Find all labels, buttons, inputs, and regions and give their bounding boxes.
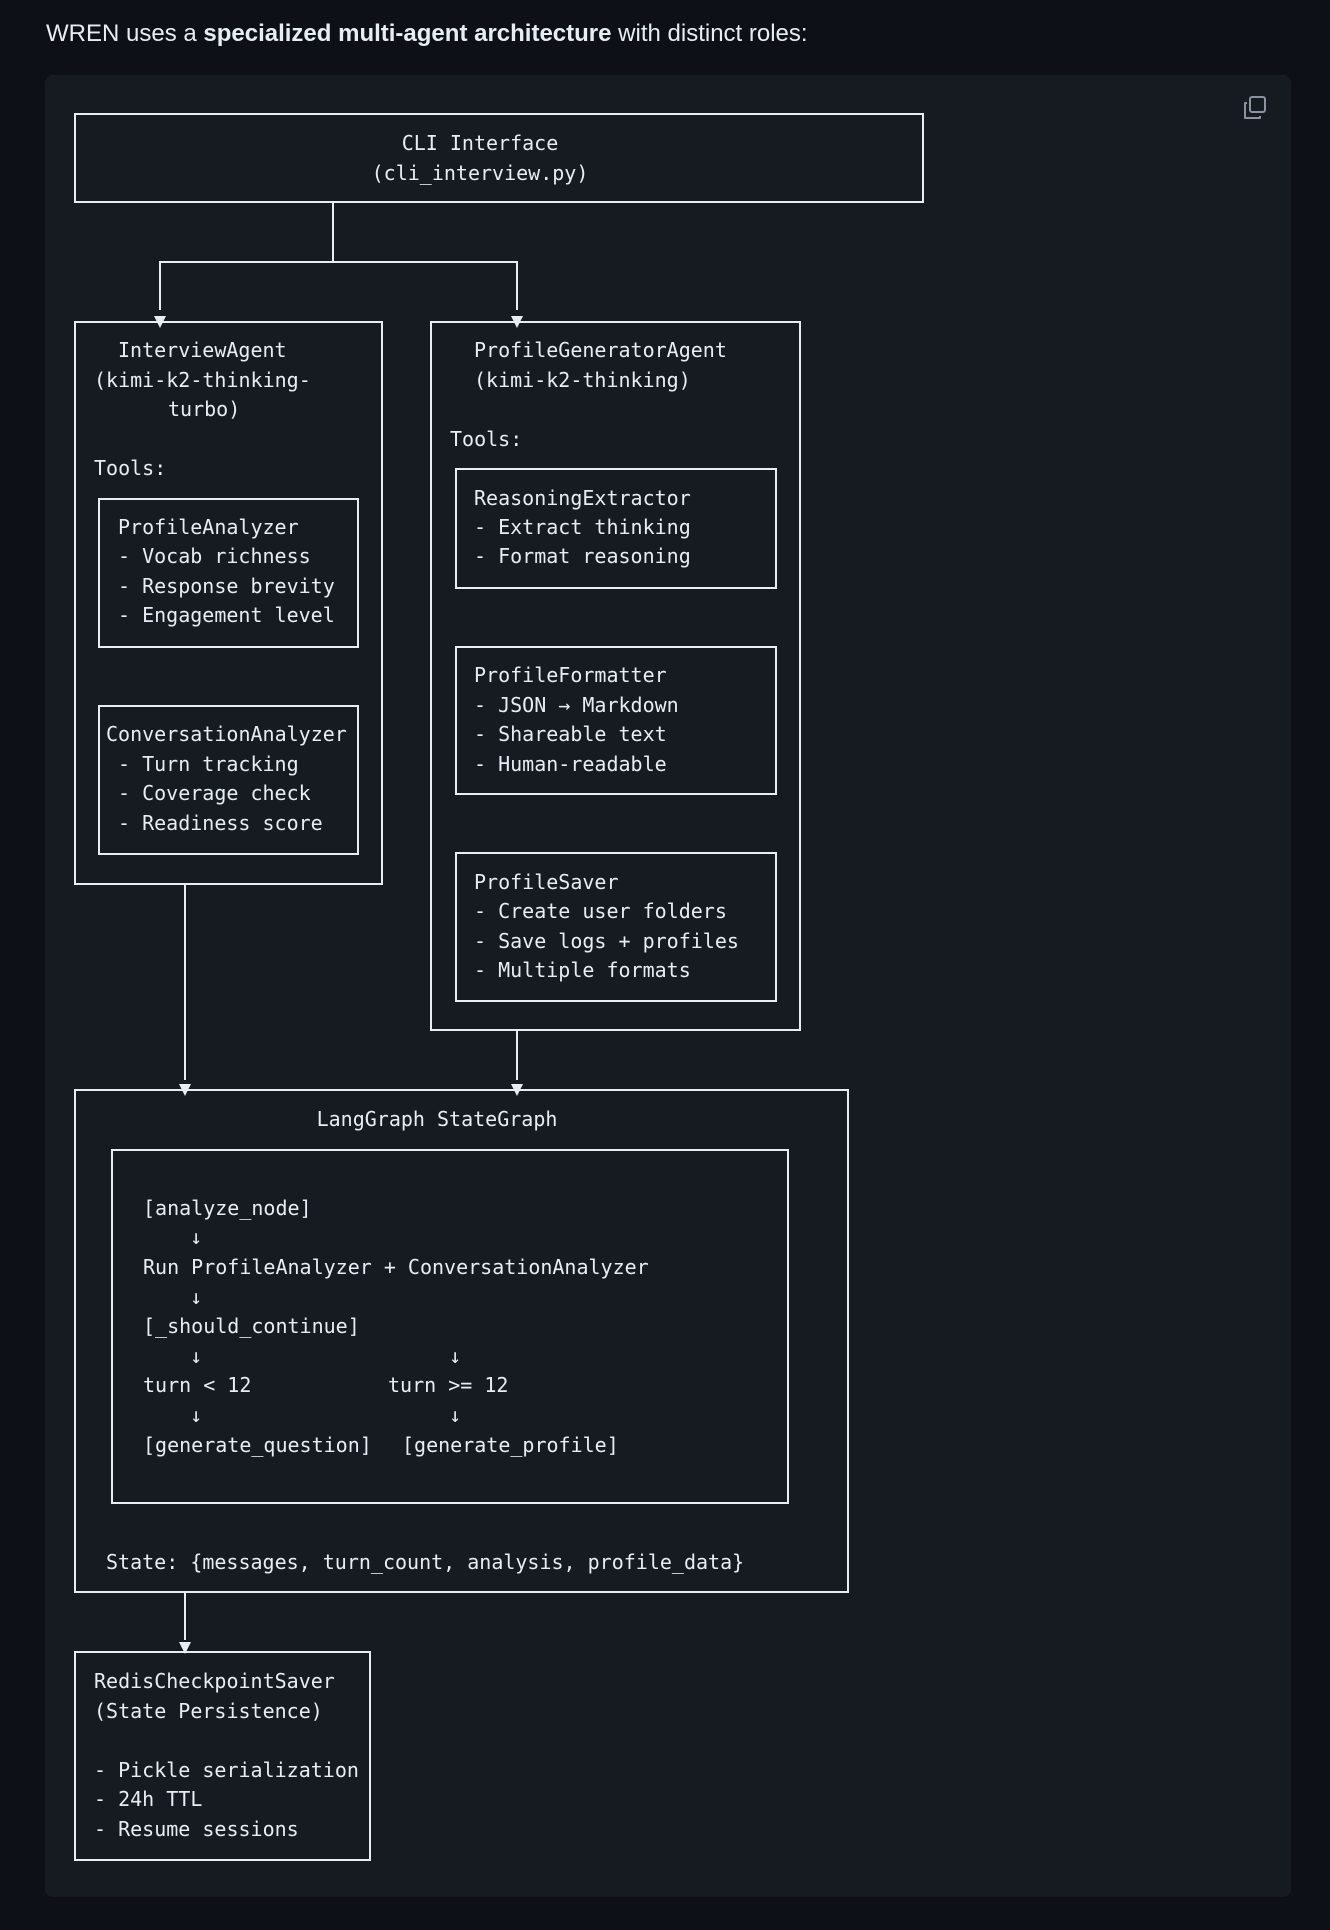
profile-analyzer-item: - Engagement level [118, 603, 335, 627]
profile-generator-agent-box: ProfileGeneratorAgent (kimi-k2-thinking)… [430, 321, 801, 1031]
interview-agent-title: InterviewAgent [118, 338, 287, 362]
profile-saver-title: ProfileSaver [474, 870, 619, 894]
turn-ge-condition: turn >= 12 [388, 1373, 508, 1397]
run-analyzers-label: Run ProfileAnalyzer + ConversationAnalyz… [143, 1255, 649, 1279]
profile-analyzer-item: - Vocab richness [118, 544, 311, 568]
profile-generator-title: ProfileGeneratorAgent [474, 338, 727, 362]
profile-saver-item: - Create user folders [474, 899, 727, 923]
conversation-analyzer-box: ConversationAnalyzer - Turn tracking - C… [98, 705, 359, 855]
profile-analyzer-box: ProfileAnalyzer - Vocab richness - Respo… [98, 498, 359, 648]
profile-analyzer-title: ProfileAnalyzer [118, 515, 299, 539]
profile-formatter-item: - Shareable text [474, 722, 667, 746]
langgraph-inner-box: [analyze_node] ↓ Run ProfileAnalyzer + C… [111, 1149, 789, 1504]
flow-arrow: ↓ [190, 1403, 202, 1427]
interview-agent-box: InterviewAgent (kimi-k2-thinking- turbo)… [74, 321, 383, 885]
reasoning-extractor-title: ReasoningExtractor [474, 486, 691, 510]
redis-item: - 24h TTL [94, 1787, 202, 1811]
profile-formatter-item: - Human-readable [474, 752, 667, 776]
langgraph-title: LangGraph StateGraph [317, 1107, 558, 1131]
langgraph-connector [179, 1592, 191, 1654]
redis-title: RedisCheckpointSaver [94, 1669, 335, 1693]
interview-agent-model-1: (kimi-k2-thinking- [94, 368, 311, 392]
agents-connector [179, 884, 523, 1096]
profile-formatter-box: ProfileFormatter - JSON → Markdown - Sha… [455, 646, 777, 795]
interview-agent-tools-label: Tools: [94, 456, 166, 480]
generate-question-node: [generate_question] [143, 1433, 372, 1457]
flow-arrow: ↓ [190, 1344, 202, 1368]
should-continue-label: [_should_continue] [143, 1314, 360, 1338]
profile-analyzer-item: - Response brevity [118, 574, 335, 598]
generate-profile-node: [generate_profile] [402, 1433, 619, 1457]
profile-saver-item: - Multiple formats [474, 958, 691, 982]
conversation-analyzer-title: ConversationAnalyzer [106, 722, 347, 746]
flow-arrow: ↓ [190, 1285, 202, 1309]
reasoning-extractor-item: - Extract thinking [474, 515, 691, 539]
cli-interface-box: CLI Interface (cli_interview.py) [74, 113, 924, 203]
cli-connector [154, 202, 523, 328]
reasoning-extractor-box: ReasoningExtractor - Extract thinking - … [455, 468, 777, 589]
flow-arrow: ↓ [190, 1225, 202, 1249]
profile-formatter-item: - JSON → Markdown [474, 693, 679, 717]
profile-saver-box: ProfileSaver - Create user folders - Sav… [455, 852, 777, 1002]
interview-agent-model-2: turbo) [168, 397, 240, 421]
profile-generator-tools-label: Tools: [450, 427, 522, 451]
cli-title: CLI Interface [402, 131, 559, 155]
profile-saver-item: - Save logs + profiles [474, 929, 739, 953]
analyze-node-label: [analyze_node] [143, 1196, 312, 1220]
conversation-analyzer-item: - Readiness score [118, 811, 323, 835]
cli-subtitle: (cli_interview.py) [372, 161, 589, 185]
redis-subtitle: (State Persistence) [94, 1699, 323, 1723]
turn-lt-condition: turn < 12 [143, 1373, 251, 1397]
architecture-diagram: CLI Interface (cli_interview.py) Intervi… [74, 113, 924, 1861]
redis-item: - Pickle serialization [94, 1758, 359, 1782]
langgraph-stategraph-box: LangGraph StateGraph [analyze_node] ↓ Ru… [74, 1089, 849, 1593]
reasoning-extractor-item: - Format reasoning [474, 544, 691, 568]
conversation-analyzer-item: - Coverage check [118, 781, 311, 805]
profile-generator-model: (kimi-k2-thinking) [474, 368, 691, 392]
redis-checkpoint-saver-box: RedisCheckpointSaver (State Persistence)… [74, 1651, 371, 1861]
conversation-analyzer-item: - Turn tracking [118, 752, 299, 776]
redis-item: - Resume sessions [94, 1817, 299, 1841]
state-label: State: {messages, turn_count, analysis, … [106, 1550, 744, 1574]
flow-arrow: ↓ [449, 1344, 461, 1368]
profile-formatter-title: ProfileFormatter [474, 663, 667, 687]
flow-arrow: ↓ [449, 1403, 461, 1427]
